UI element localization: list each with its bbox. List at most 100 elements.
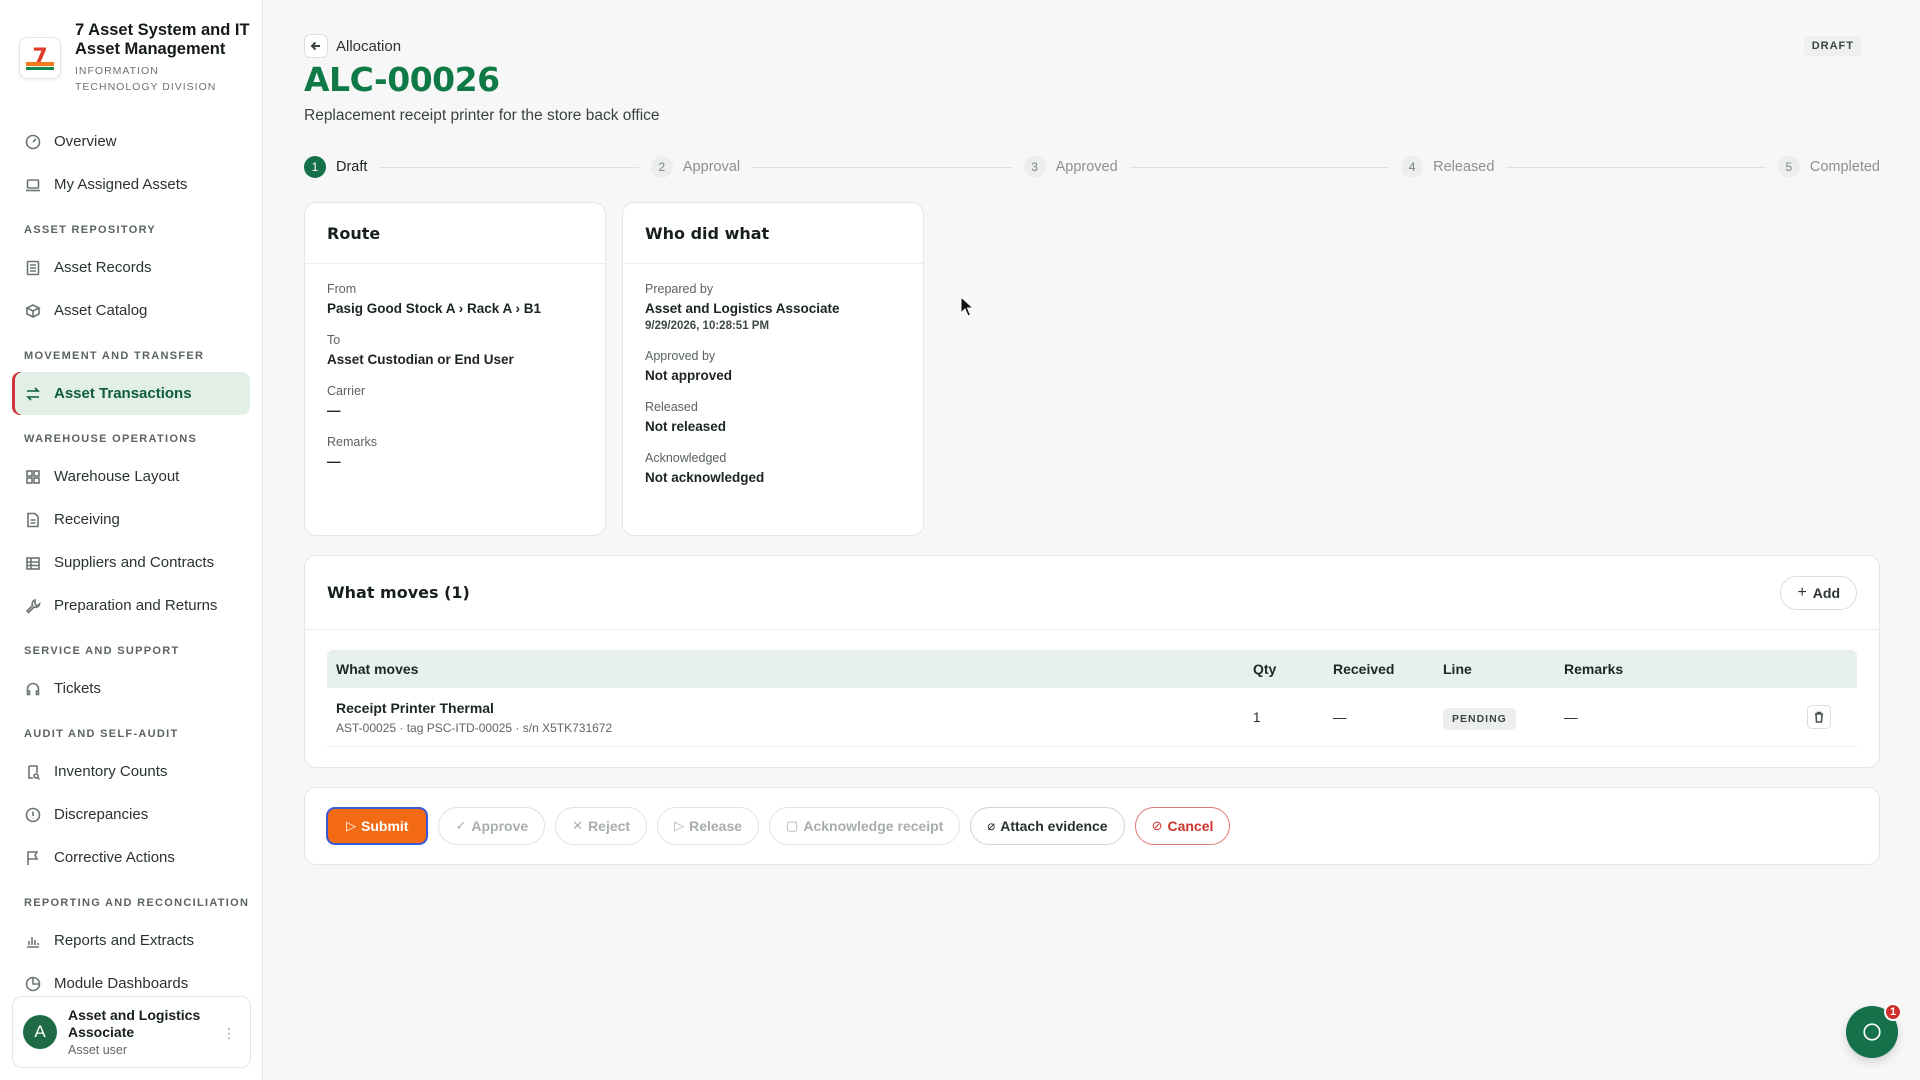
trash-icon — [1815, 711, 1823, 723]
sidebar-item-label: Asset Transactions — [54, 385, 192, 402]
document-icon — [24, 511, 42, 529]
sidebar-item-corrective-actions[interactable]: Corrective Actions — [12, 836, 250, 879]
sidebar-item-label: Tickets — [54, 680, 101, 697]
sidebar-item-reports-and-extracts[interactable]: Reports and Extracts — [12, 919, 250, 962]
mouse-cursor-icon — [960, 295, 976, 323]
column-header: Received — [1333, 661, 1395, 677]
section-warehouse-operations: WAREHOUSE OPERATIONS — [24, 433, 198, 445]
cancel-label: Cancel — [1167, 818, 1214, 834]
boxes-icon — [24, 302, 42, 320]
user-name: Asset and Logistics Associate — [68, 1007, 201, 1040]
check-icon: ✓ — [455, 818, 467, 833]
sidebar-item-my-assigned-assets[interactable]: My Assigned Assets — [12, 163, 250, 206]
remarks-value: — — [327, 454, 341, 469]
actions-bar: ▷ Submit ✓ Approve ✕ Reject ▷ Release ▢ Ackno… — [304, 787, 1880, 865]
sidebar-item-warehouse-layout[interactable]: Warehouse Layout — [12, 455, 250, 498]
send-icon: ▷ — [346, 818, 356, 833]
user-role: Asset user — [68, 1043, 128, 1057]
step-approved: 3 Approved — [1023, 156, 1118, 178]
sidebar-item-asset-records[interactable]: Asset Records — [12, 246, 250, 289]
brand-title: 7 Asset System and IT Asset Management — [75, 21, 250, 58]
add-button-label: Add — [1812, 584, 1840, 601]
sidebar-item-asset-transactions[interactable]: Asset Transactions — [12, 372, 250, 415]
sidebar-item-asset-catalog[interactable]: Asset Catalog — [12, 289, 250, 332]
sidebar-item-inventory-counts[interactable]: Inventory Counts — [12, 750, 250, 793]
approved-by-value: Not approved — [645, 368, 733, 383]
chat-button[interactable]: 1 — [1846, 1003, 1902, 1058]
breadcrumb-label[interactable]: Allocation — [336, 38, 401, 55]
sidebar-item-overview[interactable]: Overview — [12, 120, 250, 163]
from-value: Pasig Good Stock A › Rack A › B1 — [327, 301, 542, 316]
gauge-icon — [24, 133, 42, 151]
sidebar-item-label: My Assigned Assets — [54, 176, 188, 193]
from-label: From — [327, 282, 357, 296]
prepared-by-label: Prepared by — [645, 282, 714, 296]
release-button[interactable]: ▷ Release — [657, 807, 760, 845]
what-moves-table: What moves Qty Received Line Remarks Rec… — [327, 650, 1857, 747]
status-badge: DRAFT — [1803, 36, 1862, 56]
page-title: ALC-00026 — [304, 60, 500, 99]
submit-label: Submit — [361, 818, 409, 834]
sidebar-item-label: Receiving — [54, 511, 120, 528]
what-moves-card: What moves (1) + Add What moves Qty Recei… — [304, 555, 1880, 768]
approved-by-label: Approved by — [645, 349, 716, 363]
sidebar-item-label: Module Dashboards — [54, 975, 189, 992]
prepared-timestamp: 9/29/2026, 10:28:51 PM — [645, 320, 770, 332]
headset-icon — [24, 680, 42, 698]
more-options-icon[interactable]: ⋮ — [222, 1025, 236, 1042]
brand: 7 7 Asset System and IT Asset Management… — [0, 0, 262, 120]
release-label: Release — [689, 818, 743, 834]
paperclip-icon: ⌀ — [987, 818, 996, 833]
step-label: Draft — [336, 159, 368, 175]
sidebar-item-label: Warehouse Layout — [54, 468, 180, 485]
brand-subtitle: INFORMATION TECHNOLOGY DIVISION — [75, 65, 217, 93]
back-button[interactable] — [304, 34, 328, 58]
released-label: Released — [645, 400, 698, 414]
step-number: 5 — [1777, 156, 1800, 178]
sidebar-item-label: Asset Catalog — [54, 302, 148, 319]
approve-label: Approve — [471, 818, 529, 834]
delete-row-button[interactable] — [1807, 705, 1831, 729]
avatar: A — [23, 1015, 57, 1049]
step-number: 4 — [1401, 156, 1424, 178]
item-meta: AST-00025 · tag PSC-ITD-00025 · s/n X5TK… — [336, 720, 613, 735]
sidebar-item-discrepancies[interactable]: Discrepancies — [12, 793, 250, 836]
what-moves-title: What moves (1) — [327, 583, 470, 602]
user-card[interactable]: A Asset and Logistics Associate Asset us… — [12, 996, 251, 1068]
approve-button[interactable]: ✓ Approve — [438, 807, 546, 845]
section-movement-and-transfer: MOVEMENT AND TRANSFER — [24, 350, 205, 362]
chat-icon — [1863, 1023, 1881, 1041]
section-asset-repository: ASSET REPOSITORY — [24, 224, 157, 236]
plus-icon: + — [1797, 583, 1807, 601]
item-qty: 1 — [1253, 709, 1261, 725]
step-released: 4 Released — [1401, 156, 1494, 178]
released-value: Not released — [645, 419, 727, 434]
acknowledge-label: Acknowledge receipt — [803, 818, 944, 834]
line-status-badge: PENDING — [1443, 707, 1516, 730]
submit-button[interactable]: ▷ Submit — [326, 807, 429, 845]
acknowledged-value: Not acknowledged — [645, 470, 765, 485]
reject-button[interactable]: ✕ Reject — [555, 807, 648, 845]
sidebar-item-label: Overview — [54, 133, 117, 150]
cancel-button[interactable]: ⊘ Cancel — [1134, 807, 1231, 845]
sidebar-item-label: Corrective Actions — [54, 849, 175, 866]
brand-logo: 7 — [19, 37, 61, 79]
wrench-icon — [24, 597, 42, 615]
sidebar-item-tickets[interactable]: Tickets — [12, 667, 250, 710]
attach-evidence-button[interactable]: ⌀ Attach evidence — [970, 807, 1125, 845]
breadcrumb: Allocation — [304, 34, 401, 58]
notification-badge: 1 — [1884, 1003, 1902, 1021]
add-button[interactable]: + Add — [1780, 575, 1857, 610]
acknowledge-receipt-button[interactable]: ▢ Acknowledge receipt — [769, 807, 961, 845]
prepared-by-value: Asset and Logistics Associate — [645, 301, 840, 316]
sidebar-nav: Overview My Assigned Assets ASSET REPOSI… — [0, 120, 262, 996]
step-number: 2 — [650, 156, 673, 178]
step-label: Approved — [1055, 159, 1118, 175]
step-label: Approval — [682, 159, 741, 175]
sidebar-item-receiving[interactable]: Receiving — [12, 498, 250, 541]
sidebar-item-suppliers-and-contracts[interactable]: Suppliers and Contracts — [12, 541, 250, 584]
attach-label: Attach evidence — [1000, 818, 1108, 834]
section-audit-and-self-audit: AUDIT AND SELF-AUDIT — [24, 728, 179, 740]
sidebar-item-preparation-and-returns[interactable]: Preparation and Returns — [12, 584, 250, 627]
sidebar-item-module-dashboards[interactable]: Module Dashboards — [12, 962, 250, 996]
